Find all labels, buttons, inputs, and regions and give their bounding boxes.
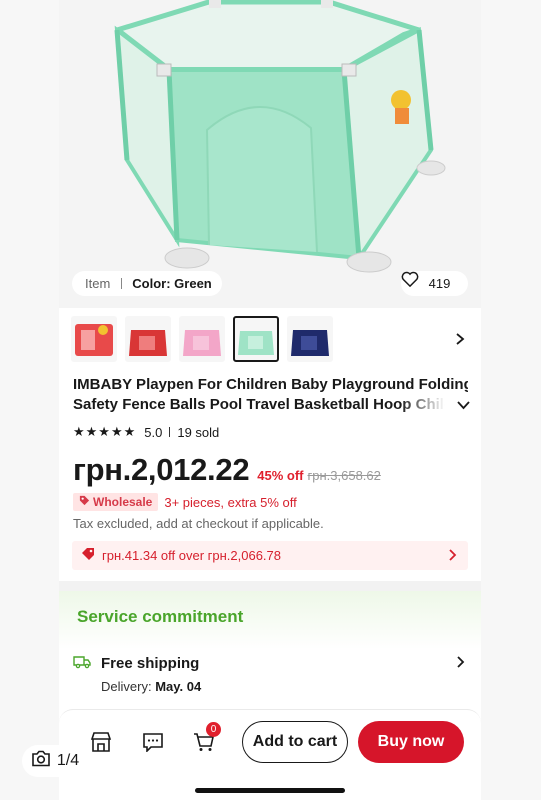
section-divider [59,581,481,591]
delivery-date: May. 04 [155,679,202,694]
truck-icon [73,655,91,674]
product-image[interactable]: Item Color: Green 419 [59,0,481,308]
discount-percent: 45% off [257,468,304,483]
service-title: Service commitment [77,607,244,626]
variant-thumb-navy[interactable] [287,316,333,362]
delivery-label: Delivery: [101,679,152,694]
coupon-tag-icon [81,547,95,564]
chat-icon[interactable] [142,732,164,757]
buy-now-button[interactable]: Buy now [358,721,464,763]
image-counter-text: 1/4 [56,752,80,769]
right-margin [481,0,541,800]
rating-value: 5.0 [144,424,163,440]
delivery-info: Delivery: May. 04 [101,679,201,694]
variant-thumbnails [71,316,333,362]
camera-icon [31,750,51,772]
chevron-right-icon [448,548,457,564]
variant-info-pill: Item Color: Green [72,271,222,296]
product-title[interactable]: IMBABY Playpen For Children Baby Playgro… [73,375,470,415]
free-shipping-title[interactable]: Free shipping [101,655,199,672]
price-row: грн.2,012.22 45% off грн.3,658.62 [73,452,381,488]
playpen-illustration [59,0,481,308]
tag-icon [79,495,90,509]
like-count: 419 [428,276,451,291]
chevron-right-icon[interactable] [455,332,465,350]
left-margin [0,0,59,800]
chevron-right-icon[interactable] [456,655,465,671]
product-detail-column: Item Color: Green 419 IMBABY Playpen For… [59,0,481,800]
variant-thumb-green-selected[interactable] [233,316,279,362]
variant-thumb-red[interactable] [125,316,171,362]
variant-thumb-red-basket[interactable] [71,316,117,362]
store-icon[interactable] [90,732,112,757]
wholesale-badge-label: Wholesale [93,495,153,509]
coupon-text: грн.41.34 off over грн.2,066.78 [102,548,282,563]
variant-thumb-pink[interactable] [179,316,225,362]
home-indicator [195,788,345,793]
tax-note: Tax excluded, add at checkout if applica… [73,516,324,531]
chevron-down-icon[interactable] [457,395,470,415]
image-counter[interactable]: 1/4 [22,745,88,777]
original-price: грн.3,658.62 [307,468,381,483]
cart-count-badge: 0 [206,722,221,737]
bottom-action-bar: 0 Add to cart Buy now [59,709,481,800]
item-label: Item [85,276,111,291]
wishlist-button[interactable]: 419 [401,271,468,296]
color-label: Color: Green [132,276,212,291]
coupon-banner[interactable]: грн.41.34 off over грн.2,066.78 [72,541,468,570]
rating-row[interactable]: ★★★★★ 5.0 19 sold [73,424,219,440]
wholesale-row[interactable]: Wholesale 3+ pieces, extra 5% off [73,493,297,511]
add-to-cart-button[interactable]: Add to cart [242,721,348,763]
title-line-1: IMBABY Playpen For Children Baby Playgro… [73,376,468,393]
title-line-2: Safety Fence Balls Pool Travel Basketbal… [73,396,445,413]
wholesale-badge: Wholesale [73,493,159,511]
pill-divider [121,278,123,289]
current-price: грн.2,012.22 [73,452,250,487]
wholesale-offer: 3+ pieces, extra 5% off [164,494,297,510]
sold-count: 19 sold [177,424,220,440]
service-commitment-section: Service commitment Free shipping Deliver… [59,591,481,721]
rating-divider [169,427,171,437]
star-rating-icon: ★★★★★ [73,424,137,439]
